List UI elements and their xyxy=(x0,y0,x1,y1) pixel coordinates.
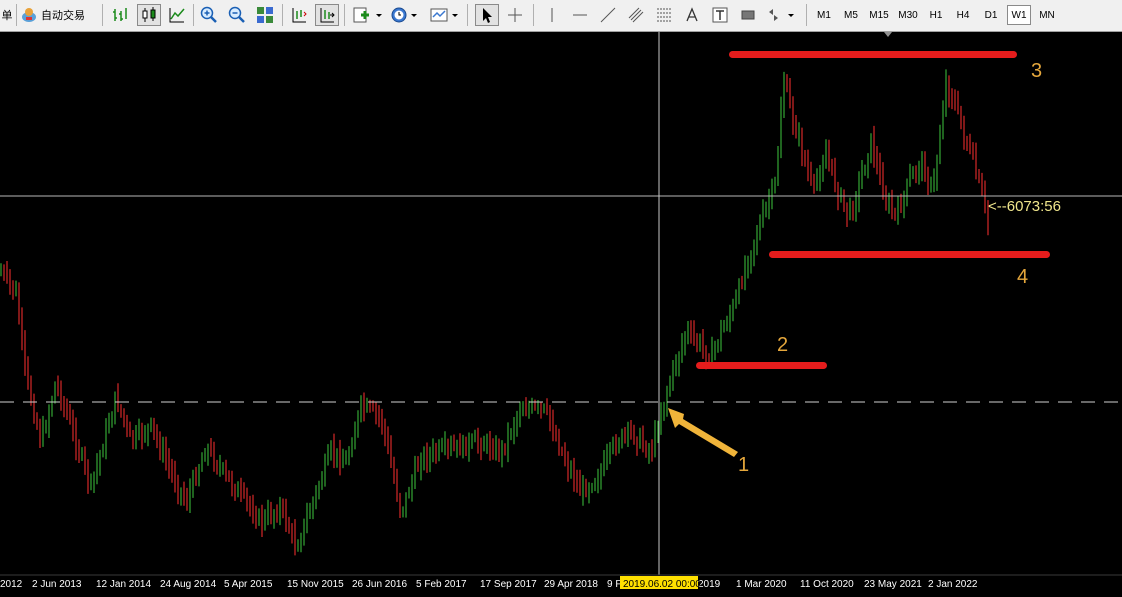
x-axis: 2012 2 Jun 2013 12 Jan 2014 24 Aug 2014 5 Ap… xyxy=(0,579,978,590)
x-axis-label: 9 F xyxy=(607,579,621,590)
chart-shift-marker xyxy=(884,32,892,37)
x-axis-label: 11 Oct 2020 xyxy=(800,579,854,590)
equidistant-channel-button[interactable] xyxy=(624,4,648,26)
x-axis-label: 15 Nov 2015 xyxy=(287,579,344,590)
toolbar-separator xyxy=(467,4,468,26)
timeframe-m15[interactable]: M15 xyxy=(866,5,892,25)
arrows-button[interactable] xyxy=(764,4,798,26)
timeframe-w1[interactable]: W1 xyxy=(1007,5,1031,25)
horizontal-line-icon xyxy=(571,6,589,24)
x-axis-label: 23 May 2021 xyxy=(864,579,922,590)
tile-windows-button[interactable] xyxy=(253,4,277,26)
toolbar-separator xyxy=(193,4,194,26)
x-axis-label: 2 Jan 2022 xyxy=(928,579,978,590)
vertical-line-icon xyxy=(543,6,561,24)
toolbar-separator xyxy=(533,4,534,26)
bar-chart-icon xyxy=(111,6,129,24)
timeframe-d1[interactable]: D1 xyxy=(979,5,1003,25)
trendline-icon xyxy=(599,6,617,24)
fibonacci-icon xyxy=(655,6,673,24)
x-axis-label: 5 Feb 2017 xyxy=(416,579,467,590)
annotation-label-1: 1 xyxy=(738,454,749,476)
crosshair-time-label: 2019.06.02 00:00 xyxy=(623,579,701,590)
text-icon xyxy=(683,6,701,24)
x-axis-label: 12 Jan 2014 xyxy=(96,579,151,590)
periods-button[interactable] xyxy=(388,4,422,26)
price-bars xyxy=(0,69,989,556)
text-label-button[interactable] xyxy=(708,4,732,26)
text-button[interactable] xyxy=(680,4,704,26)
timeframe-h1[interactable]: H1 xyxy=(924,5,948,25)
annotation-label-3: 3 xyxy=(1031,60,1042,82)
periods-icon xyxy=(390,6,420,24)
annotation-label-2: 2 xyxy=(777,334,788,356)
horizontal-line-button[interactable] xyxy=(568,4,592,26)
zoom-out-button[interactable] xyxy=(225,4,249,26)
autoscroll-button[interactable] xyxy=(315,4,339,26)
x-axis-label: 24 Aug 2014 xyxy=(160,579,217,590)
rectangle-button[interactable] xyxy=(736,4,760,26)
timeframe-m5[interactable]: M5 xyxy=(839,5,863,25)
equidistant-channel-icon xyxy=(627,6,645,24)
new-chart-button[interactable] xyxy=(350,4,384,26)
timeframe-m1[interactable]: M1 xyxy=(812,5,836,25)
candlestick-icon xyxy=(140,6,158,24)
annotation-line-2 xyxy=(696,362,827,369)
templates-button[interactable] xyxy=(428,4,462,26)
x-axis-label: 1 Mar 2020 xyxy=(736,579,787,590)
bar-chart-button[interactable] xyxy=(108,4,132,26)
rectangle-icon xyxy=(739,6,757,24)
x-axis-label: 2019 xyxy=(698,579,721,590)
toolbar: 单 自动交易 M1 M5 M15 M30 H1 H4 D1 W1 MN xyxy=(0,0,1122,32)
annotation-line-3 xyxy=(729,51,1017,58)
menu-fragment[interactable]: 单 xyxy=(0,4,14,26)
x-axis-label: 2 Jun 2013 xyxy=(32,579,82,590)
toolbar-separator xyxy=(344,4,345,26)
cursor-button[interactable] xyxy=(475,4,499,26)
line-chart-button[interactable] xyxy=(165,4,189,26)
crosshair-icon xyxy=(506,6,524,24)
toolbar-separator xyxy=(102,4,103,26)
autotrade-button[interactable]: 自动交易 xyxy=(20,4,92,26)
cursor-icon xyxy=(478,6,496,24)
text-label-icon xyxy=(711,6,729,24)
zoom-in-icon xyxy=(200,6,218,24)
autotrade-label: 自动交易 xyxy=(41,10,85,22)
toolbar-separator xyxy=(806,4,807,26)
chart-shift-button[interactable] xyxy=(287,4,311,26)
price-marker-label: <--6073:56 xyxy=(988,198,1061,215)
fibonacci-button[interactable] xyxy=(652,4,676,26)
tile-windows-icon xyxy=(256,6,274,24)
toolbar-separator xyxy=(282,4,283,26)
templates-icon xyxy=(430,6,460,24)
chart-shift-icon xyxy=(290,6,308,24)
autotrade-icon xyxy=(20,6,38,24)
timeframe-m30[interactable]: M30 xyxy=(895,5,921,25)
annotation-label-4: 4 xyxy=(1017,266,1028,288)
x-axis-label: 2012 xyxy=(0,579,23,590)
annotation-arrow-1 xyxy=(668,408,738,457)
vertical-line-button[interactable] xyxy=(540,4,564,26)
candlestick-button[interactable] xyxy=(137,4,161,26)
zoom-out-icon xyxy=(228,6,246,24)
annotation-line-4 xyxy=(769,251,1050,258)
arrows-icon xyxy=(766,6,796,24)
crosshair-button[interactable] xyxy=(503,4,527,26)
toolbar-separator xyxy=(16,4,17,26)
zoom-in-button[interactable] xyxy=(197,4,221,26)
timeframe-mn[interactable]: MN xyxy=(1035,5,1059,25)
x-axis-label: 5 Apr 2015 xyxy=(224,579,273,590)
new-chart-icon xyxy=(352,6,382,24)
autoscroll-icon xyxy=(318,6,336,24)
timeframe-h4[interactable]: H4 xyxy=(951,5,975,25)
trendline-button[interactable] xyxy=(596,4,620,26)
x-axis-label: 26 Jun 2016 xyxy=(352,579,407,590)
x-axis-label: 29 Apr 2018 xyxy=(544,579,598,590)
line-chart-icon xyxy=(168,6,186,24)
x-axis-label: 17 Sep 2017 xyxy=(480,579,537,590)
price-chart[interactable]: 1 2 3 4 <--6073:56 2012 2 Jun 2013 12 Jan … xyxy=(0,32,1122,597)
